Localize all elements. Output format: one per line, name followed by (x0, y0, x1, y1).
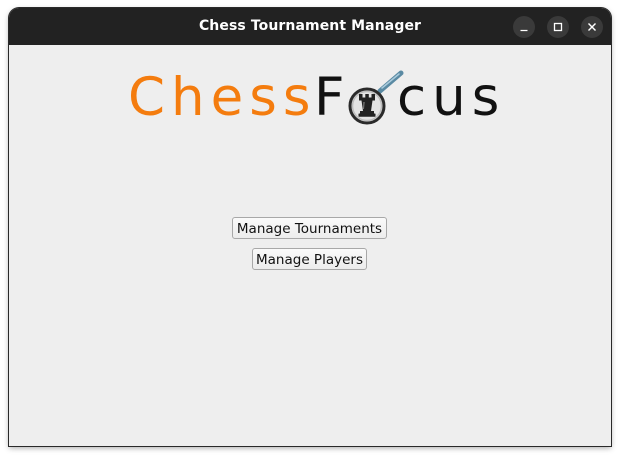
minimize-button[interactable] (513, 16, 535, 38)
logo-text-chess: Chess (128, 67, 317, 128)
logo-text-f: F (314, 67, 345, 128)
chessfocus-logo: Chess F cus (128, 63, 499, 133)
maximize-button[interactable] (547, 16, 569, 38)
manage-players-button[interactable]: Manage Players (252, 248, 367, 270)
app-window: Chess Tournament Manager Chess F cus Man… (9, 8, 611, 446)
close-icon (588, 23, 596, 31)
main-content: Chess F cus Manage Tournaments Manage Pl… (9, 45, 611, 446)
maximize-icon (553, 22, 563, 32)
manage-tournaments-button[interactable]: Manage Tournaments (232, 217, 387, 239)
title-bar[interactable]: Chess Tournament Manager (9, 8, 611, 45)
logo-text-cus: cus (397, 67, 506, 128)
minimize-icon (520, 29, 528, 32)
close-button[interactable] (581, 16, 603, 38)
